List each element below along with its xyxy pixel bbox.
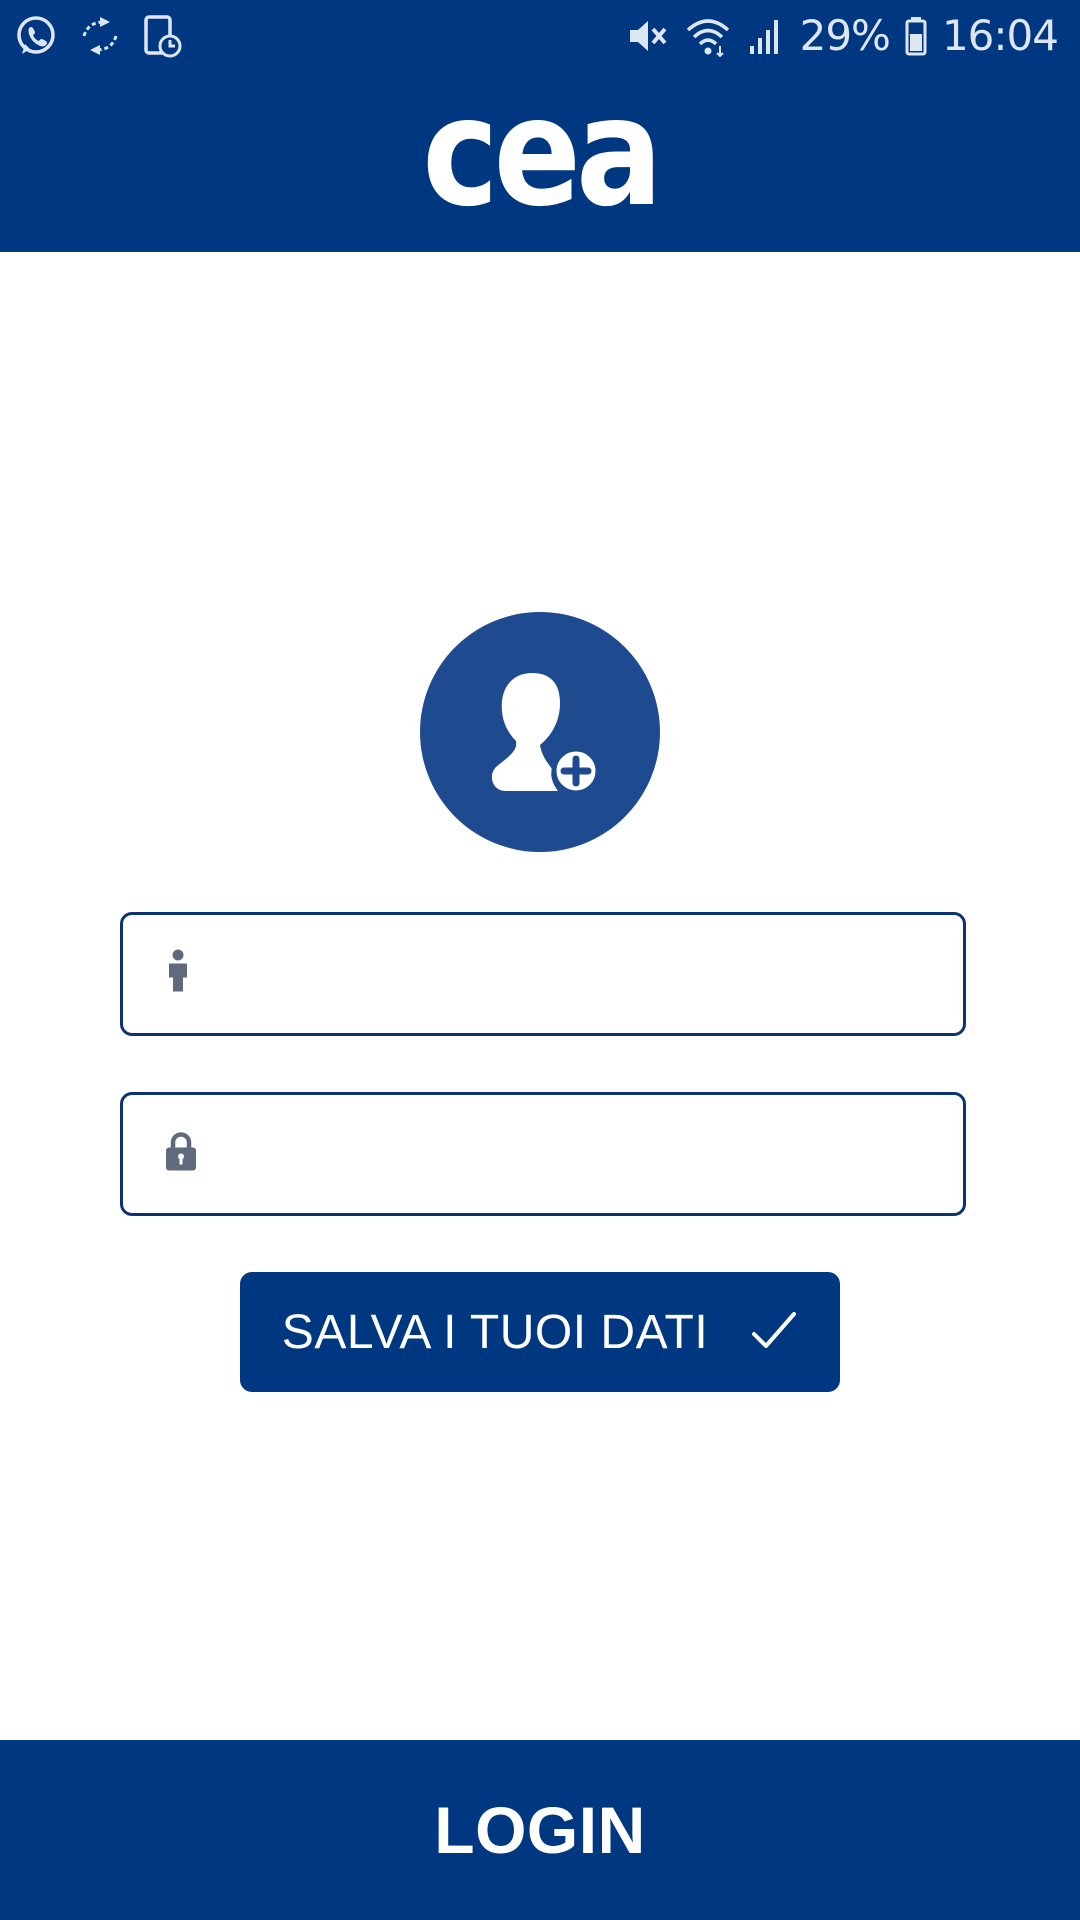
avatar[interactable]: [420, 612, 660, 852]
whatsapp-icon: [14, 14, 58, 58]
save-data-button[interactable]: SALVA I TUOI DATI: [240, 1272, 840, 1392]
sync-icon: [78, 14, 122, 58]
battery-percent: 29%: [799, 11, 891, 60]
status-bar-notifications: [14, 14, 182, 58]
screen-timer-icon: [142, 14, 182, 58]
login-button[interactable]: LOGIN: [0, 1740, 1080, 1920]
password-field-container: [120, 1092, 966, 1216]
username-field-container: [120, 912, 966, 1036]
checkmark-icon: [750, 1310, 798, 1355]
signal-icon: [746, 14, 786, 58]
user-icon: [165, 949, 191, 999]
clock: 16:04: [941, 11, 1059, 60]
app-header: 29% 16:04 cea: [0, 0, 1080, 252]
status-bar-system: 29% 16:04: [626, 10, 1059, 62]
status-bar: 29% 16:04: [0, 0, 1080, 72]
lock-icon: [165, 1132, 197, 1177]
username-input[interactable]: [233, 925, 933, 1025]
save-data-button-label: SALVA I TUOI DATI: [281, 1305, 709, 1359]
wifi-icon: [684, 14, 732, 58]
password-input[interactable]: [233, 1105, 933, 1205]
battery-icon: [904, 14, 928, 58]
login-button-label: LOGIN: [434, 1793, 646, 1867]
cea-logo: cea: [422, 66, 663, 240]
mute-icon: [626, 14, 670, 58]
add-user-icon: [480, 665, 601, 800]
